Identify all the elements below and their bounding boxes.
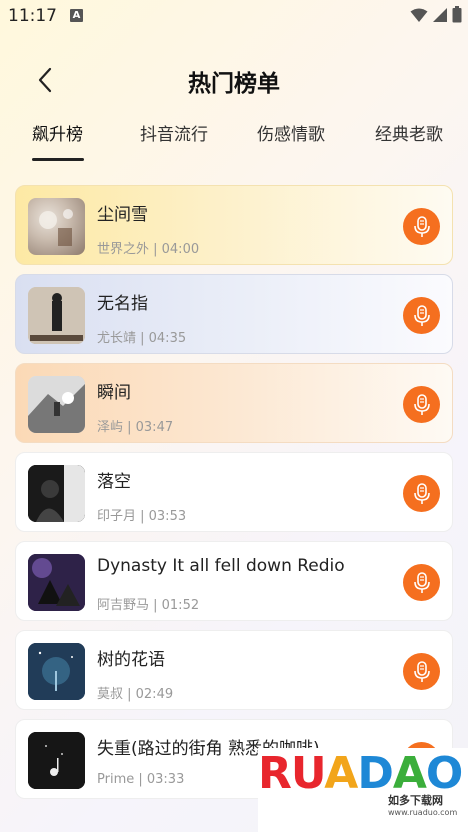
- list-item[interactable]: 无名指 尤长靖 | 04:35: [15, 274, 453, 354]
- song-title: 无名指: [97, 294, 148, 314]
- song-title: Dynasty It all fell down Redio: [97, 556, 345, 576]
- header: 热门榜单: [0, 58, 468, 102]
- list-item[interactable]: 瞬间 泽屿 | 03:47: [15, 363, 453, 443]
- album-cover: [28, 287, 85, 344]
- song-title: 瞬间: [97, 383, 131, 403]
- karaoke-button[interactable]: [403, 475, 440, 512]
- karaoke-button[interactable]: [403, 208, 440, 245]
- signal-icon: [433, 7, 447, 22]
- song-title: 尘间雪: [97, 205, 148, 225]
- album-cover: [28, 643, 85, 700]
- song-meta: 莫叔 | 02:49: [97, 687, 174, 702]
- list-item[interactable]: Dynasty It all fell down Redio 阿吉野马 | 01…: [15, 541, 453, 621]
- notification-icon: A: [70, 9, 83, 22]
- song-meta: 阿吉野马 | 01:52: [97, 598, 200, 613]
- status-bar: 11:17 A: [0, 0, 468, 32]
- album-cover: [28, 465, 85, 522]
- song-meta: 世界之外 | 04:00: [97, 242, 200, 257]
- song-meta: Prime | 03:33: [97, 772, 185, 787]
- wifi-icon: [410, 8, 428, 22]
- battery-icon: [452, 6, 462, 23]
- microphone-icon: [413, 571, 430, 593]
- status-time: 11:17: [8, 6, 57, 26]
- karaoke-button[interactable]: [403, 297, 440, 334]
- album-cover: [28, 198, 85, 255]
- karaoke-button[interactable]: [403, 386, 440, 423]
- song-title: 树的花语: [97, 650, 165, 670]
- tab-active-indicator: [32, 158, 84, 161]
- list-item[interactable]: 树的花语 莫叔 | 02:49: [15, 630, 453, 710]
- page-title: 热门榜单: [188, 71, 280, 97]
- watermark-logo: RUADAO 如多下载网 www.ruaduo.com: [258, 748, 468, 832]
- microphone-icon: [413, 660, 430, 682]
- karaoke-button[interactable]: [403, 653, 440, 690]
- song-title: 落空: [97, 472, 131, 492]
- status-icons: [410, 6, 462, 23]
- microphone-icon: [413, 215, 430, 237]
- microphone-icon: [413, 304, 430, 326]
- tab-sad-songs[interactable]: 伤感情歌: [257, 120, 325, 145]
- karaoke-button[interactable]: [403, 564, 440, 601]
- song-meta: 印子月 | 03:53: [97, 509, 187, 524]
- watermark-subtitle: 如多下载网: [388, 794, 443, 807]
- song-meta: 泽屿 | 03:47: [97, 420, 174, 435]
- song-meta: 尤长靖 | 04:35: [97, 331, 187, 346]
- list-item[interactable]: 尘间雪 世界之外 | 04:00: [15, 185, 453, 265]
- tab-classics[interactable]: 经典老歌: [375, 120, 443, 145]
- album-cover: [28, 732, 85, 789]
- album-cover: [28, 376, 85, 433]
- tab-rising[interactable]: 飙升榜: [32, 120, 83, 145]
- list-item[interactable]: 落空 印子月 | 03:53: [15, 452, 453, 532]
- album-cover: [28, 554, 85, 611]
- microphone-icon: [413, 393, 430, 415]
- tab-douyin[interactable]: 抖音流行: [140, 120, 208, 145]
- watermark-url: www.ruaduo.com: [388, 808, 458, 817]
- microphone-icon: [413, 482, 430, 504]
